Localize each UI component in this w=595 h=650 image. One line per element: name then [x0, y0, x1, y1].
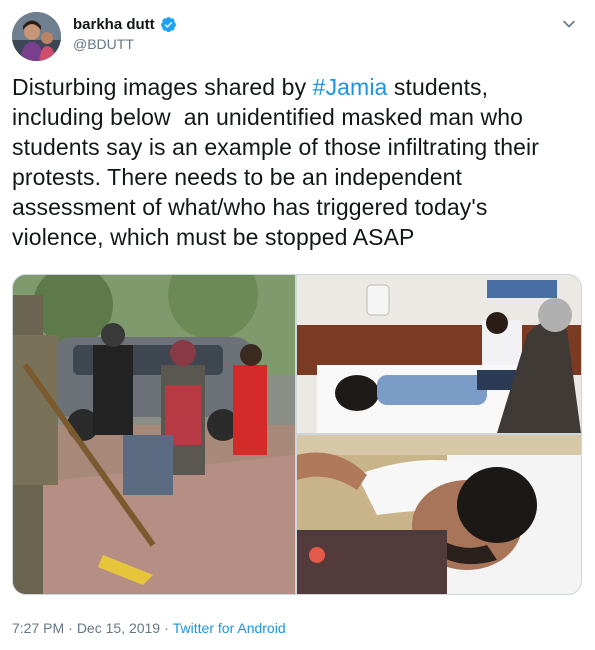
photo-hospital-bed[interactable]: [297, 275, 581, 433]
meta-separator-2: ·: [164, 620, 169, 636]
tweet-text: Disturbing images shared by #Jamia stude…: [12, 72, 582, 252]
tweet-metadata: 7:27 PM · Dec 15, 2019 · Twitter for Android: [12, 620, 286, 636]
tweet-text-after: students, including below an unidentifie…: [12, 74, 546, 250]
tweet-menu-button[interactable]: [559, 14, 579, 34]
photo-street-scene-image: [13, 275, 295, 594]
avatar[interactable]: [12, 12, 61, 61]
photo-injured-man[interactable]: [297, 435, 581, 594]
hashtag-link[interactable]: #Jamia: [313, 74, 388, 100]
author-display-name[interactable]: barkha dutt: [73, 16, 155, 33]
meta-separator: ·: [68, 620, 73, 636]
tweet-time[interactable]: 7:27 PM: [12, 620, 64, 636]
tweet-date[interactable]: Dec 15, 2019: [77, 620, 160, 636]
author-name-row[interactable]: barkha dutt: [73, 16, 177, 33]
author-handle[interactable]: @BDUTT: [73, 36, 134, 52]
tweet-source-link[interactable]: Twitter for Android: [173, 620, 286, 636]
chevron-down-icon: [563, 20, 575, 28]
verified-badge-icon: [160, 16, 177, 33]
photo-street-scene[interactable]: [13, 275, 295, 594]
photo-injured-man-image: [297, 435, 581, 594]
photo-hospital-bed-image: [297, 275, 581, 433]
avatar-image: [12, 12, 61, 61]
media-grid: [12, 274, 582, 595]
tweet-text-before: Disturbing images shared by: [12, 74, 313, 100]
